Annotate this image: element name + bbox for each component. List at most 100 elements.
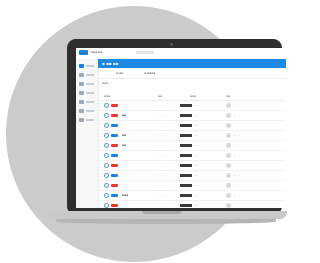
status-badge bbox=[111, 134, 118, 137]
row-metric: - - bbox=[194, 113, 198, 117]
row-avatar bbox=[226, 103, 231, 108]
row-bar bbox=[180, 144, 192, 147]
row-metric: - - bbox=[194, 143, 198, 147]
row-action[interactable]: - bbox=[234, 184, 235, 187]
data-table: ▪▪▪ ▪▪ ▪▪▪ ▪▪ - - - - - - ▪▪ - - - - - - - - - -… bbox=[98, 92, 286, 208]
column-header[interactable]: ▪▪ bbox=[158, 94, 162, 98]
row-metric: - - bbox=[194, 183, 198, 187]
row-bar bbox=[180, 204, 192, 207]
column-header[interactable]: ▪▪ bbox=[226, 94, 230, 98]
camera-icon bbox=[170, 43, 173, 46]
row-value: - - - bbox=[158, 133, 166, 137]
row-action[interactable]: - bbox=[234, 124, 235, 127]
status-icon bbox=[104, 173, 109, 178]
sidebar bbox=[76, 59, 99, 208]
app-logo bbox=[79, 50, 88, 55]
table-row[interactable]: ▪▪ - - - - - - bbox=[98, 141, 286, 151]
gear-icon[interactable] bbox=[79, 100, 84, 104]
row-bar bbox=[180, 124, 192, 127]
table-row[interactable]: - - -- -- bbox=[98, 171, 286, 181]
table-body: - - -- - - ▪▪ - - -- --- - -- - - ▪▪ - - -- --… bbox=[98, 101, 286, 208]
sidebar-item-label[interactable] bbox=[86, 110, 94, 112]
laptop-screen-frame: ▪▪▪ ▪▪ ▪ ▪▪ ▪▪ ▪ ▪▪ ▪ ▪▪▪▪ ▪▪▪ ▪▪▪ ▪▪ ▪▪… bbox=[67, 39, 286, 215]
row-name: ▪▪ bbox=[122, 133, 127, 137]
column-header[interactable]: ▪▪▪ bbox=[190, 94, 196, 98]
row-bar bbox=[180, 164, 192, 167]
row-avatar bbox=[226, 153, 231, 158]
bell-icon[interactable] bbox=[79, 118, 84, 122]
table-row[interactable]: - - -- -- bbox=[98, 151, 286, 161]
row-action[interactable]: - bbox=[234, 104, 235, 107]
row-action[interactable]: - bbox=[234, 114, 235, 117]
row-metric: - - bbox=[194, 153, 198, 157]
row-metric: - - bbox=[194, 203, 198, 207]
topbar-label: ▪▪▪ ▪▪ bbox=[91, 50, 103, 54]
table-row[interactable]: - - -- -- bbox=[98, 121, 286, 131]
tab-first[interactable]: ▪ ▪▪ bbox=[116, 71, 123, 75]
row-action[interactable]: - bbox=[234, 174, 235, 177]
row-action[interactable]: - bbox=[234, 164, 235, 167]
row-action[interactable]: - bbox=[234, 194, 235, 197]
status-badge bbox=[111, 144, 118, 147]
status-badge bbox=[111, 124, 118, 127]
home-icon[interactable] bbox=[79, 64, 84, 68]
status-badge bbox=[111, 204, 118, 207]
row-value: - - - bbox=[158, 163, 166, 167]
sidebar-item-label[interactable] bbox=[86, 74, 94, 76]
topbar-dropdown[interactable] bbox=[136, 51, 154, 54]
row-avatar bbox=[226, 203, 231, 208]
row-metric: - - bbox=[194, 133, 198, 137]
status-icon bbox=[104, 123, 109, 128]
status-badge bbox=[111, 164, 118, 167]
row-value: - - - bbox=[158, 143, 166, 147]
row-metric: - - bbox=[194, 123, 198, 127]
list-icon[interactable] bbox=[79, 109, 84, 113]
sidebar-item-label[interactable] bbox=[86, 101, 94, 103]
row-avatar bbox=[226, 123, 231, 128]
status-icon bbox=[104, 193, 109, 198]
row-avatar bbox=[226, 173, 231, 178]
row-bar bbox=[180, 104, 192, 107]
sidebar-item-label[interactable] bbox=[86, 119, 94, 121]
row-bar bbox=[180, 184, 192, 187]
tab-second[interactable]: ▪ ▪▪▪▪ bbox=[144, 71, 155, 75]
laptop-notch bbox=[142, 211, 182, 214]
sidebar-item-label[interactable] bbox=[86, 65, 94, 67]
status-icon bbox=[104, 143, 109, 148]
table-row[interactable]: ▪▪ - - - - - - bbox=[98, 131, 286, 141]
row-bar bbox=[180, 134, 192, 137]
row-action[interactable]: - bbox=[234, 204, 235, 207]
row-value: - - - bbox=[158, 203, 166, 207]
row-name: ▪▪ bbox=[122, 143, 127, 147]
table-row[interactable]: - - -- -- bbox=[98, 181, 286, 191]
laptop-base bbox=[47, 211, 287, 219]
row-avatar bbox=[226, 183, 231, 188]
row-metric: - - bbox=[194, 173, 198, 177]
grid-icon[interactable] bbox=[79, 73, 84, 77]
row-metric: - - bbox=[194, 193, 198, 197]
row-value: - - - bbox=[158, 183, 166, 187]
status-icon bbox=[104, 103, 109, 108]
chart-icon[interactable] bbox=[79, 91, 84, 95]
sidebar-item-label[interactable] bbox=[86, 83, 94, 85]
row-avatar bbox=[226, 113, 231, 118]
row-name: ▪▪▪ bbox=[122, 193, 129, 197]
row-name: ▪▪ bbox=[122, 113, 127, 117]
filter-label: ▪▪▪ bbox=[102, 81, 109, 85]
status-icon bbox=[104, 183, 109, 188]
table-row[interactable]: ▪▪▪ - - - - - - bbox=[98, 191, 286, 201]
table-row[interactable]: - - -- -- bbox=[98, 161, 286, 171]
table-row[interactable]: - - -- -- bbox=[98, 101, 286, 111]
row-avatar bbox=[226, 193, 231, 198]
table-row[interactable]: ▪▪ - - - - - - bbox=[98, 111, 286, 121]
app-window: ▪▪▪ ▪▪ ▪ ▪▪ ▪▪ ▪ ▪▪ ▪ ▪▪▪▪ ▪▪▪ ▪▪▪ ▪▪ ▪▪… bbox=[76, 48, 286, 208]
column-header[interactable]: ▪▪▪ bbox=[104, 94, 110, 98]
user-icon[interactable] bbox=[79, 82, 84, 86]
row-action[interactable]: - bbox=[234, 144, 235, 147]
row-bar bbox=[180, 154, 192, 157]
sidebar-item-label[interactable] bbox=[86, 92, 94, 94]
filter-row: ▪▪▪ bbox=[98, 79, 286, 88]
table-row[interactable]: - - -- -- bbox=[98, 201, 286, 208]
row-action[interactable]: - bbox=[234, 154, 235, 157]
row-action[interactable]: - bbox=[234, 134, 235, 137]
